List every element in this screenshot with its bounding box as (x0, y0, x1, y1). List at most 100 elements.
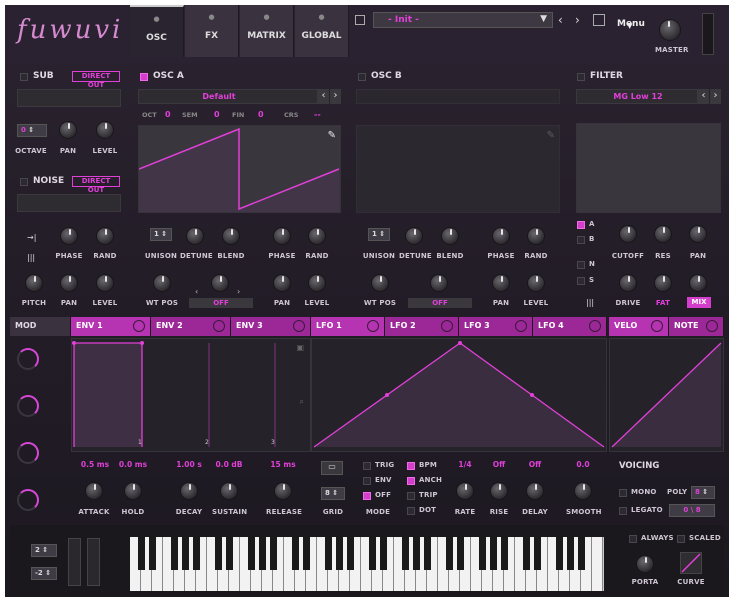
sustain-knob[interactable] (220, 482, 238, 500)
piano-black-key[interactable] (401, 537, 409, 570)
piano-black-key[interactable] (368, 537, 376, 570)
piano-black-key[interactable] (302, 537, 310, 570)
sub-enable-toggle[interactable] (20, 73, 28, 81)
piano-black-key[interactable] (478, 537, 486, 570)
osc-a-blend-knob[interactable] (222, 227, 240, 245)
osc-a-wtpos-knob[interactable] (153, 274, 171, 292)
osc-b-warp-knob[interactable] (430, 274, 448, 292)
osc-b-wtpos-knob[interactable] (371, 274, 389, 292)
dot-toggle[interactable] (407, 507, 415, 515)
save-icon[interactable] (355, 15, 365, 25)
mode-env-radio[interactable] (363, 477, 371, 485)
piano-black-key[interactable] (346, 537, 354, 570)
octave-down-stepper[interactable]: -2 ⇕ (31, 567, 57, 580)
filter-mix-knob[interactable] (689, 274, 707, 292)
filter-enable-toggle[interactable] (577, 73, 585, 81)
drag-mod-icon[interactable] (515, 320, 527, 332)
hold-knob[interactable] (124, 482, 142, 500)
piano-black-key[interactable] (566, 537, 574, 570)
drag-mod-icon[interactable] (367, 320, 379, 332)
filter-prev-button[interactable]: ‹ (698, 89, 709, 104)
curve-display[interactable] (680, 552, 702, 574)
lfo-display[interactable] (311, 338, 607, 452)
piano-black-key[interactable] (533, 537, 541, 570)
always-toggle[interactable] (629, 535, 637, 543)
osc-b-rand-knob[interactable] (527, 227, 545, 245)
mod-slot-4-knob[interactable] (17, 489, 39, 511)
osc-b-pan-knob[interactable] (492, 274, 510, 292)
mono-toggle[interactable] (619, 489, 627, 497)
filter-drive-knob[interactable] (619, 274, 637, 292)
osc-b-detune-knob[interactable] (405, 227, 423, 245)
osc-b-wavetable-selector[interactable] (356, 89, 560, 104)
grid-stepper[interactable]: 8 ⇕ (321, 487, 345, 500)
osc-a-enable-toggle[interactable] (140, 73, 148, 81)
noise-key-icon[interactable]: →| (27, 233, 36, 242)
osc-b-level-knob[interactable] (527, 274, 545, 292)
filter-pan-knob[interactable] (689, 225, 707, 243)
piano-black-key[interactable] (170, 537, 178, 570)
tab-global[interactable]: ● GLOBAL (295, 5, 349, 57)
filter-type-selector[interactable]: MG Low 12 (576, 89, 698, 104)
pitch-wheel[interactable] (68, 538, 81, 586)
next-preset-button[interactable]: › (575, 13, 580, 27)
piano-black-key[interactable] (423, 537, 431, 570)
lock-icon[interactable]: ▣ (296, 343, 304, 352)
release-knob[interactable] (274, 482, 292, 500)
drag-mod-icon[interactable] (651, 320, 663, 332)
piano-black-key[interactable] (456, 537, 464, 570)
rise-knob[interactable] (490, 482, 508, 500)
piano-black-key[interactable] (500, 537, 508, 570)
bpm-toggle[interactable] (407, 462, 415, 470)
osc-b-warp-mode[interactable]: OFF (408, 298, 472, 308)
env-display[interactable]: 1 2 3 ▣ ⌕ (71, 338, 311, 452)
osc-b-phase-knob[interactable] (492, 227, 510, 245)
piano-black-key[interactable] (412, 537, 420, 570)
sem-value[interactable]: 0 (214, 110, 220, 119)
porta-knob[interactable] (636, 555, 654, 573)
noise-enable-toggle[interactable] (20, 178, 28, 186)
scaled-toggle[interactable] (677, 535, 685, 543)
piano-black-key[interactable] (522, 537, 530, 570)
piano-black-key[interactable] (137, 537, 145, 570)
preset-selector[interactable]: - Init - ▼ (373, 12, 553, 28)
poly-stepper[interactable]: 8 ⇕ (691, 486, 715, 499)
piano-black-key[interactable] (181, 537, 189, 570)
piano-black-key[interactable] (577, 537, 585, 570)
noise-phase-knob[interactable] (60, 227, 78, 245)
tab-env-2[interactable]: ENV 2 (151, 317, 231, 336)
prev-preset-button[interactable]: ‹ (558, 13, 563, 27)
tab-lfo-2[interactable]: LFO 2 (385, 317, 459, 336)
filter-route-n-toggle[interactable] (577, 261, 585, 269)
piano-white-key[interactable] (592, 537, 603, 591)
osc-a-rand-knob[interactable] (308, 227, 326, 245)
oct-value[interactable]: 0 (165, 110, 171, 119)
folder-icon[interactable]: ▭ (321, 461, 343, 475)
crs-value[interactable]: -- (314, 110, 321, 119)
piano-black-key[interactable] (269, 537, 277, 570)
tab-fx[interactable]: ● FX (185, 5, 239, 57)
drag-mod-icon[interactable] (133, 320, 145, 332)
filter-route-s-toggle[interactable] (577, 277, 585, 285)
tab-env-3[interactable]: ENV 3 (231, 317, 311, 336)
mod-slot-1-knob[interactable] (17, 348, 39, 370)
piano-black-key[interactable] (214, 537, 222, 570)
piano-black-key[interactable] (148, 537, 156, 570)
piano-black-key[interactable] (258, 537, 266, 570)
osc-b-unison-stepper[interactable]: 1 ⇕ (368, 228, 390, 241)
legato-toggle[interactable] (619, 507, 627, 515)
legato-stepper[interactable]: 0 \ 8 (669, 504, 715, 517)
noise-pan-knob[interactable] (60, 274, 78, 292)
filter-fat-knob[interactable] (654, 274, 672, 292)
osc-a-warp-knob[interactable] (211, 274, 229, 292)
osc-a-warp-mode[interactable]: OFF (189, 298, 253, 308)
filter-next-button[interactable]: › (710, 89, 721, 104)
trip-toggle[interactable] (407, 492, 415, 500)
piano-black-key[interactable] (555, 537, 563, 570)
piano-black-key[interactable] (335, 537, 343, 570)
filter-cutoff-knob[interactable] (619, 225, 637, 243)
mod-slot-3-knob[interactable] (17, 442, 39, 464)
osc-a-detune-knob[interactable] (186, 227, 204, 245)
osc-a-level-knob[interactable] (308, 274, 326, 292)
drag-mod-icon[interactable] (589, 320, 601, 332)
